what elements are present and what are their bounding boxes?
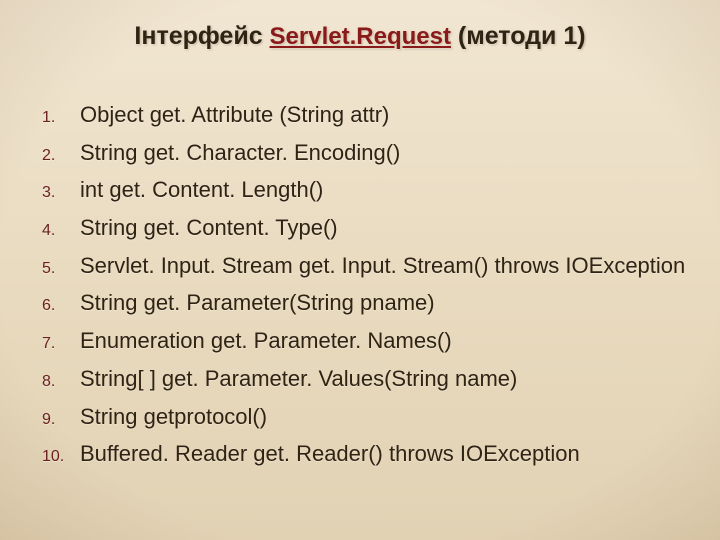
- item-text: int get. Content. Length(): [80, 175, 323, 205]
- item-number: 5.: [42, 258, 80, 280]
- list-item: 7. Enumeration get. Parameter. Names(): [42, 326, 682, 356]
- item-number: 6.: [42, 295, 80, 317]
- list-item: 2. String get. Character. Encoding(): [42, 138, 682, 168]
- item-text: Enumeration get. Parameter. Names(): [80, 326, 452, 356]
- item-number: 7.: [42, 333, 80, 355]
- item-text: Buffered. Reader get. Reader() throws IO…: [80, 439, 580, 469]
- list-item: 8. String[ ] get. Parameter. Values(Stri…: [42, 364, 682, 394]
- item-number: 10.: [42, 446, 80, 468]
- list-item: 1. Object get. Attribute (String attr): [42, 100, 682, 130]
- item-text: Servlet. Input. Stream get. Input. Strea…: [80, 251, 685, 281]
- item-number: 2.: [42, 145, 80, 167]
- item-text: String get. Content. Type(): [80, 213, 338, 243]
- list-item: 4. String get. Content. Type(): [42, 213, 682, 243]
- item-text: Object get. Attribute (String attr): [80, 100, 389, 130]
- title-redlink: Servlet.Request: [270, 23, 451, 50]
- list-item: 3. int get. Content. Length(): [42, 175, 682, 205]
- list-item: 5. Servlet. Input. Stream get. Input. St…: [42, 251, 682, 281]
- item-text: String get. Character. Encoding(): [80, 138, 400, 168]
- item-number: 3.: [42, 182, 80, 204]
- item-text: String getprotocol(): [80, 402, 267, 432]
- list-item: 9. String getprotocol(): [42, 402, 682, 432]
- item-text: String get. Parameter(String pname): [80, 288, 435, 318]
- slide-title: Інтерфейс Servlet.Request (методи 1): [0, 22, 720, 51]
- item-text: String[ ] get. Parameter. Values(String …: [80, 364, 517, 394]
- list-item: 6. String get. Parameter(String pname): [42, 288, 682, 318]
- title-suffix: (методи 1): [458, 22, 586, 50]
- item-number: 1.: [42, 107, 80, 129]
- item-number: 8.: [42, 371, 80, 393]
- methods-list: 1. Object get. Attribute (String attr) 2…: [42, 100, 682, 477]
- list-item: 10. Buffered. Reader get. Reader() throw…: [42, 439, 682, 469]
- title-prefix: Інтерфейс: [134, 22, 262, 50]
- item-number: 4.: [42, 220, 80, 242]
- item-number: 9.: [42, 409, 80, 431]
